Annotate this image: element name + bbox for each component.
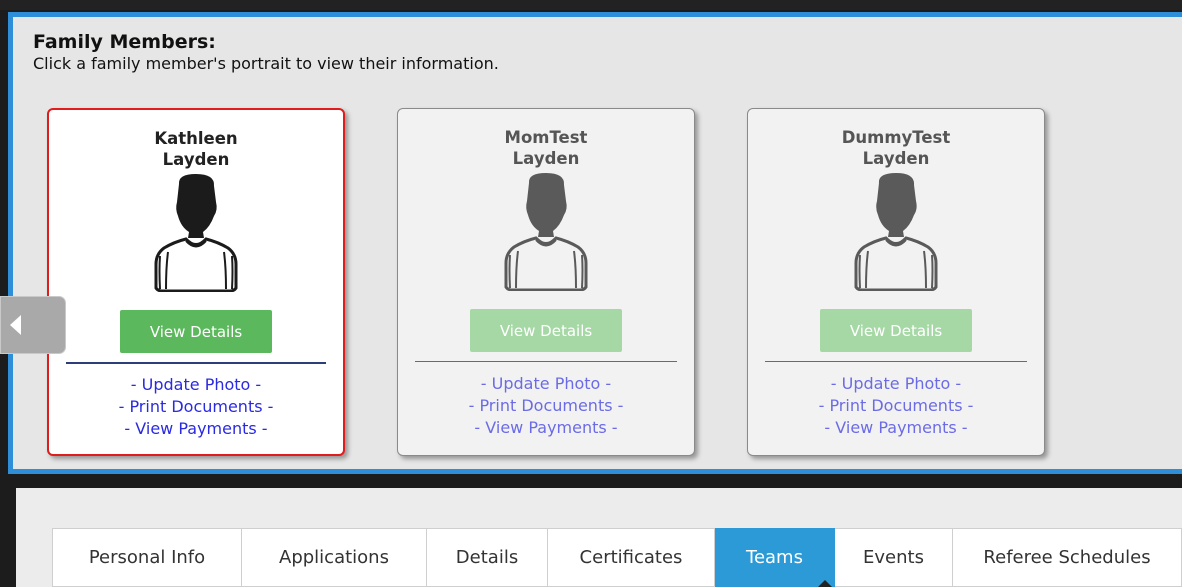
family-member-card-momtest[interactable]: MomTest Layden View Details - Update Pho…: [397, 108, 695, 456]
view-details-button[interactable]: View Details: [820, 309, 972, 352]
member-tabs: Personal Info Applications Details Certi…: [52, 528, 1182, 587]
card-divider: [765, 361, 1027, 362]
member-name: DummyTest Layden: [748, 127, 1044, 169]
print-documents-link[interactable]: - Print Documents -: [748, 395, 1044, 417]
member-name: MomTest Layden: [398, 127, 694, 169]
card-divider: [415, 361, 677, 362]
member-last-name: Layden: [862, 149, 930, 168]
print-documents-link[interactable]: - Print Documents -: [49, 396, 343, 418]
family-members-title: Family Members:: [33, 31, 216, 53]
card-divider: [66, 362, 326, 364]
tab-personal-info[interactable]: Personal Info: [52, 528, 242, 587]
update-photo-link[interactable]: - Update Photo -: [748, 373, 1044, 395]
view-payments-link[interactable]: - View Payments -: [398, 417, 694, 439]
family-member-card-kathleen[interactable]: Kathleen Layden View Details - Update Ph…: [47, 108, 345, 456]
card-links: - Update Photo - - Print Documents - - V…: [49, 374, 343, 440]
print-documents-link[interactable]: - Print Documents -: [398, 395, 694, 417]
member-last-name: Layden: [512, 149, 580, 168]
family-member-card-dummytest[interactable]: DummyTest Layden View Details - Update P…: [747, 108, 1045, 456]
view-details-button[interactable]: View Details: [120, 310, 272, 353]
person-silhouette-icon[interactable]: [496, 171, 596, 291]
view-payments-link[interactable]: - View Payments -: [49, 418, 343, 440]
tab-teams[interactable]: Teams: [715, 528, 835, 587]
tab-details[interactable]: Details: [427, 528, 548, 587]
carousel-prev-button[interactable]: [0, 296, 66, 354]
tab-applications[interactable]: Applications: [242, 528, 427, 587]
top-strip: [0, 0, 1182, 10]
tab-events[interactable]: Events: [835, 528, 953, 587]
person-silhouette-icon[interactable]: [846, 171, 946, 291]
view-payments-link[interactable]: - View Payments -: [748, 417, 1044, 439]
member-last-name: Layden: [162, 150, 230, 169]
caret-icon: [818, 580, 832, 587]
tab-teams-label: Teams: [746, 547, 803, 568]
update-photo-link[interactable]: - Update Photo -: [398, 373, 694, 395]
member-first-name: Kathleen: [154, 129, 238, 148]
chevron-left-icon: [10, 315, 21, 335]
card-links: - Update Photo - - Print Documents - - V…: [748, 373, 1044, 439]
view-details-button[interactable]: View Details: [470, 309, 622, 352]
card-links: - Update Photo - - Print Documents - - V…: [398, 373, 694, 439]
member-first-name: MomTest: [504, 128, 588, 147]
member-name: Kathleen Layden: [49, 128, 343, 170]
member-first-name: DummyTest: [841, 128, 951, 147]
member-info-panel: Personal Info Applications Details Certi…: [16, 488, 1182, 587]
tab-referee-schedules[interactable]: Referee Schedules: [953, 528, 1182, 587]
family-members-subtitle: Click a family member's portrait to view…: [33, 54, 499, 73]
update-photo-link[interactable]: - Update Photo -: [49, 374, 343, 396]
person-silhouette-icon[interactable]: [146, 172, 246, 292]
tab-certificates[interactable]: Certificates: [548, 528, 715, 587]
